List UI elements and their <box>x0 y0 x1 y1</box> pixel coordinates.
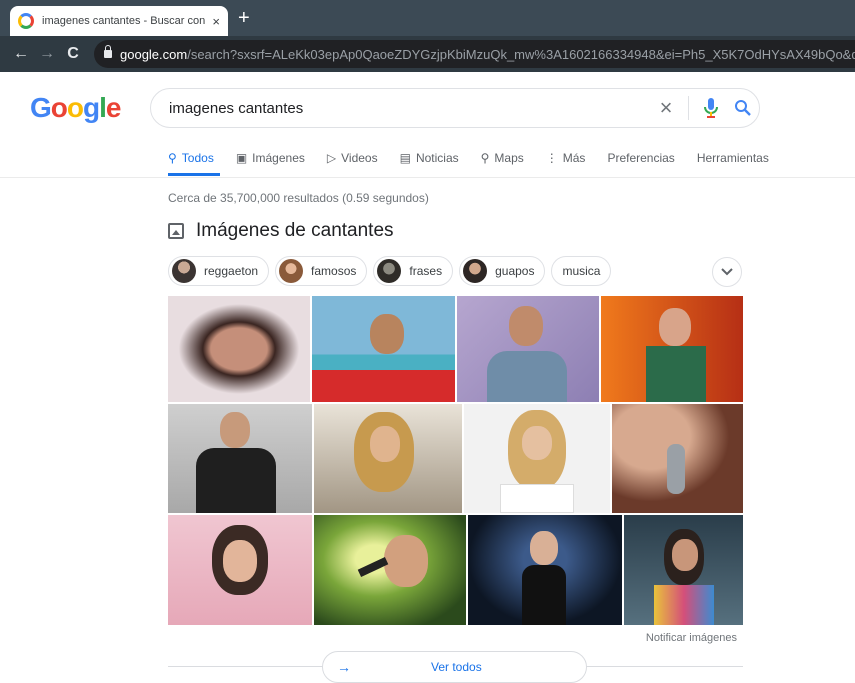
image-result[interactable] <box>168 404 312 513</box>
image-result[interactable] <box>468 515 622 625</box>
images-heading-text: Imágenes de cantantes <box>196 220 394 241</box>
browser-tabstrip: imagenes cantantes - Buscar con Google ×… <box>0 0 855 36</box>
tab-imagenes[interactable]: ▣ Imágenes <box>236 147 305 169</box>
image-result[interactable] <box>314 515 466 625</box>
chip-thumbnail <box>279 259 304 283</box>
more-icon: ⋮ <box>545 151 558 165</box>
image-icon: ▣ <box>235 151 248 165</box>
url-host: google.com <box>120 46 188 62</box>
image-result[interactable] <box>168 515 312 625</box>
view-all-button[interactable]: → Ver todos <box>322 651 587 683</box>
chip-frases[interactable]: frases <box>373 256 454 286</box>
image-result[interactable] <box>464 404 610 513</box>
image-result[interactable] <box>312 296 455 402</box>
tab-title: imagenes cantantes - Buscar con Google <box>42 15 206 27</box>
image-icon <box>168 223 184 239</box>
expand-chips-button[interactable] <box>712 257 742 287</box>
lock-icon <box>104 45 112 58</box>
image-result[interactable] <box>624 515 743 625</box>
active-tab-indicator <box>168 173 220 176</box>
search-icon: ⚲ <box>168 151 177 165</box>
arrow-right-icon: → <box>337 659 351 675</box>
report-images-link[interactable]: Notificar imágenes <box>646 632 737 644</box>
chip-famosos[interactable]: famosos <box>275 256 368 286</box>
refinement-chips: reggaeton famosos frases guapos musica <box>168 256 617 286</box>
forward-arrow-icon[interactable]: → <box>34 45 60 63</box>
clear-icon[interactable]: × <box>650 95 682 121</box>
play-icon: ▷ <box>326 151 337 165</box>
search-icon[interactable] <box>727 99 759 117</box>
image-result[interactable] <box>168 296 310 402</box>
browser-tab[interactable]: imagenes cantantes - Buscar con Google × <box>10 6 228 36</box>
search-input[interactable] <box>169 99 650 117</box>
reload-icon[interactable]: C <box>60 45 86 63</box>
image-result[interactable] <box>612 404 743 513</box>
tab-herramientas[interactable]: Herramientas <box>697 147 769 169</box>
search-tabs: ⚲ Todos ▣ Imágenes ▷ Videos ▤ Noticias ⚲ Maps… <box>168 147 791 175</box>
tab-maps[interactable]: ⚲ Maps <box>481 147 524 169</box>
image-result[interactable] <box>457 296 599 402</box>
tab-mas[interactable]: ⋮ Más <box>546 147 586 169</box>
new-tab-button[interactable]: + <box>238 8 250 28</box>
pin-icon: ⚲ <box>480 151 490 165</box>
image-result[interactable] <box>601 296 743 402</box>
image-result[interactable] <box>314 404 462 513</box>
tab-videos[interactable]: ▷ Videos <box>327 147 378 169</box>
news-icon: ▤ <box>399 151 411 165</box>
divider <box>688 96 689 120</box>
chip-guapos[interactable]: guapos <box>459 256 546 286</box>
browser-toolbar: ← → C google.com/search?sxsrf=ALeKk03epA… <box>0 36 855 72</box>
search-box: × <box>150 88 760 128</box>
result-stats: Cerca de 35,700,000 resultados (0.59 seg… <box>168 191 429 205</box>
divider <box>0 177 855 178</box>
back-arrow-icon[interactable]: ← <box>8 45 34 63</box>
tab-close-icon[interactable]: × <box>212 14 220 29</box>
google-favicon-icon <box>18 13 34 29</box>
chip-thumbnail <box>172 259 196 283</box>
tab-preferencias[interactable]: Preferencias <box>607 147 674 169</box>
google-logo[interactable]: Google <box>30 92 121 124</box>
view-all-label: Ver todos <box>431 660 482 674</box>
chip-musica[interactable]: musica <box>551 256 612 286</box>
chip-thumbnail <box>377 259 402 283</box>
microphone-icon[interactable] <box>695 98 727 118</box>
chevron-down-icon <box>721 268 733 276</box>
address-bar[interactable]: google.com/search?sxsrf=ALeKk03epAp0Qaoe… <box>94 40 855 68</box>
url-path: /search?sxsrf=ALeKk03epAp0QaoeZDYGzjpKbi… <box>187 46 855 62</box>
tab-todos[interactable]: ⚲ Todos <box>168 147 214 169</box>
chip-thumbnail <box>463 259 488 283</box>
images-section-heading[interactable]: Imágenes de cantantes <box>168 220 394 242</box>
tab-noticias[interactable]: ▤ Noticias <box>400 147 459 169</box>
chip-reggaeton[interactable]: reggaeton <box>168 256 270 286</box>
